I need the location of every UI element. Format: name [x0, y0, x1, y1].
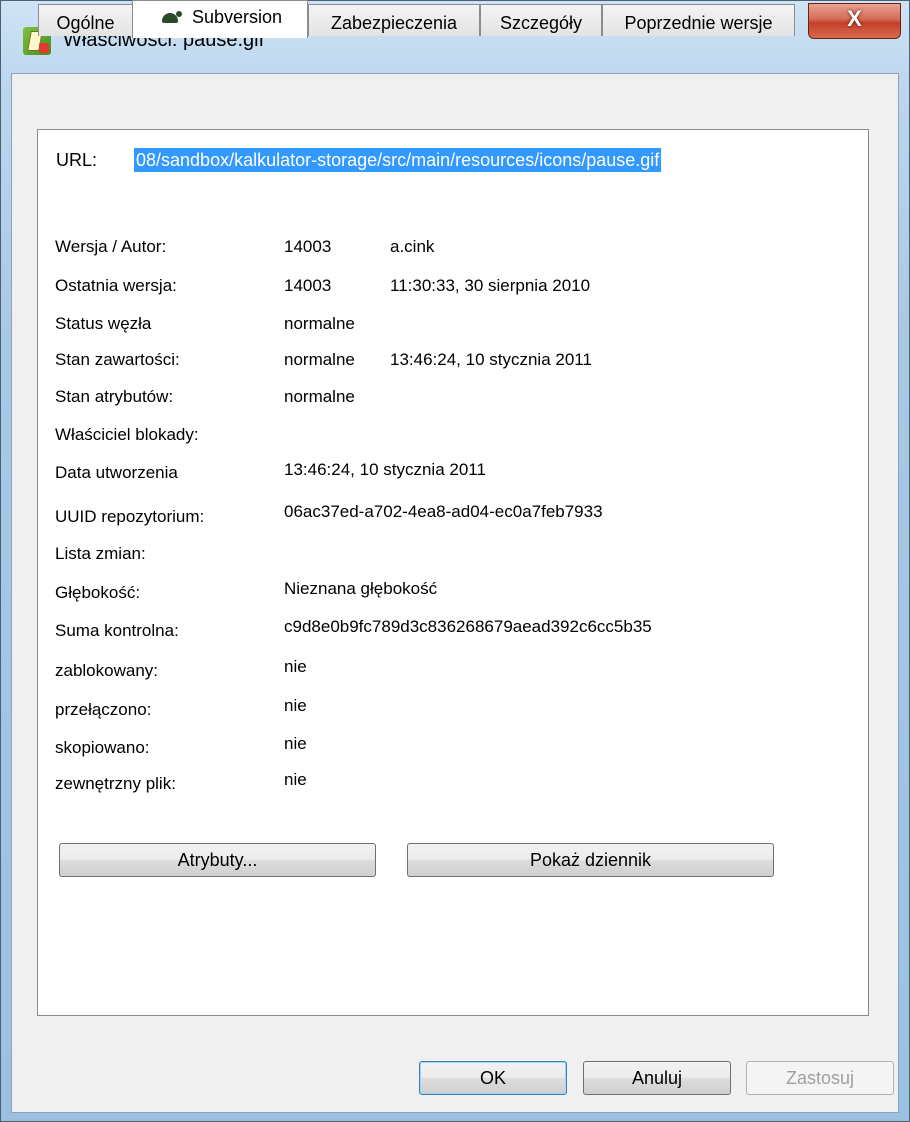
- prop-value: 13:46:24, 10 stycznia 2011: [284, 460, 486, 479]
- prop-extra: a.cink: [390, 237, 435, 256]
- url-label: URL:: [56, 150, 98, 170]
- prop-label: zewnętrzny plik:: [55, 774, 176, 793]
- prop-label: Stan zawartości:: [55, 350, 180, 369]
- close-button[interactable]: X: [808, 3, 901, 39]
- tab-label: Ogólne: [56, 13, 115, 33]
- prop-value: 14003: [284, 276, 332, 295]
- prop-value: normalne: [284, 350, 355, 369]
- prop-label: Właściciel blokady:: [55, 425, 199, 444]
- tab-general[interactable]: Ogólne: [38, 4, 133, 36]
- prop-label: Status węzła: [55, 314, 152, 333]
- tab-details[interactable]: Szczegóły: [480, 4, 602, 36]
- prop-label: Stan atrybutów:: [55, 387, 174, 406]
- prop-label: Ostatnia wersja:: [55, 276, 177, 295]
- apply-button[interactable]: Zastosuj: [746, 1061, 894, 1095]
- prop-label: Głębokość:: [55, 583, 141, 602]
- tab-subversion[interactable]: Subversion: [132, 0, 308, 38]
- close-icon: X: [847, 6, 862, 31]
- tab-label: Zabezpieczenia: [330, 13, 458, 33]
- prop-value: 06ac37ed-a702-4ea8-ad04-ec0a7feb7933: [284, 502, 603, 521]
- show-log-button[interactable]: Pokaż dziennik: [407, 843, 774, 877]
- prop-value: 14003: [284, 237, 332, 256]
- tab-label: Szczegóły: [499, 13, 583, 33]
- prop-extra: 13:46:24, 10 stycznia 2011: [390, 350, 592, 369]
- prop-label: Data utworzenia: [55, 463, 178, 482]
- prop-value: Nieznana głębokość: [284, 579, 438, 598]
- cancel-button[interactable]: Anuluj: [583, 1061, 731, 1095]
- prop-label: UUID repozytorium:: [55, 507, 205, 526]
- ok-button[interactable]: OK: [419, 1061, 567, 1095]
- prop-value: normalne: [284, 387, 355, 406]
- attributes-button[interactable]: Atrybuty...: [59, 843, 376, 877]
- prop-label: Wersja / Autor:: [55, 237, 167, 256]
- prop-value: nie: [284, 734, 307, 753]
- prop-value: normalne: [284, 314, 355, 333]
- prop-value: nie: [284, 770, 307, 789]
- prop-label: zablokowany:: [55, 661, 159, 680]
- prop-value: nie: [284, 696, 307, 715]
- prop-value: nie: [284, 657, 307, 676]
- prop-label: skopiowano:: [55, 738, 150, 757]
- tab-label: Poprzednie wersje: [624, 13, 773, 33]
- turtle-icon: [158, 11, 184, 25]
- url-field[interactable]: 08/sandbox/kalkulator-storage/src/main/r…: [134, 148, 662, 172]
- tab-security[interactable]: Zabezpieczenia: [308, 4, 480, 36]
- tab-panel-subversion: [37, 129, 869, 1016]
- prop-extra: 11:30:33, 30 sierpnia 2010: [390, 276, 591, 295]
- prop-label: Lista zmian:: [55, 544, 146, 563]
- tab-previous-versions[interactable]: Poprzednie wersje: [602, 4, 795, 36]
- prop-value: c9d8e0b9fc789d3c836268679aead392c6cc5b35: [284, 617, 652, 636]
- prop-label: przełączono:: [55, 700, 152, 719]
- tab-label: Subversion: [191, 7, 283, 27]
- prop-label: Suma kontrolna:: [55, 621, 179, 640]
